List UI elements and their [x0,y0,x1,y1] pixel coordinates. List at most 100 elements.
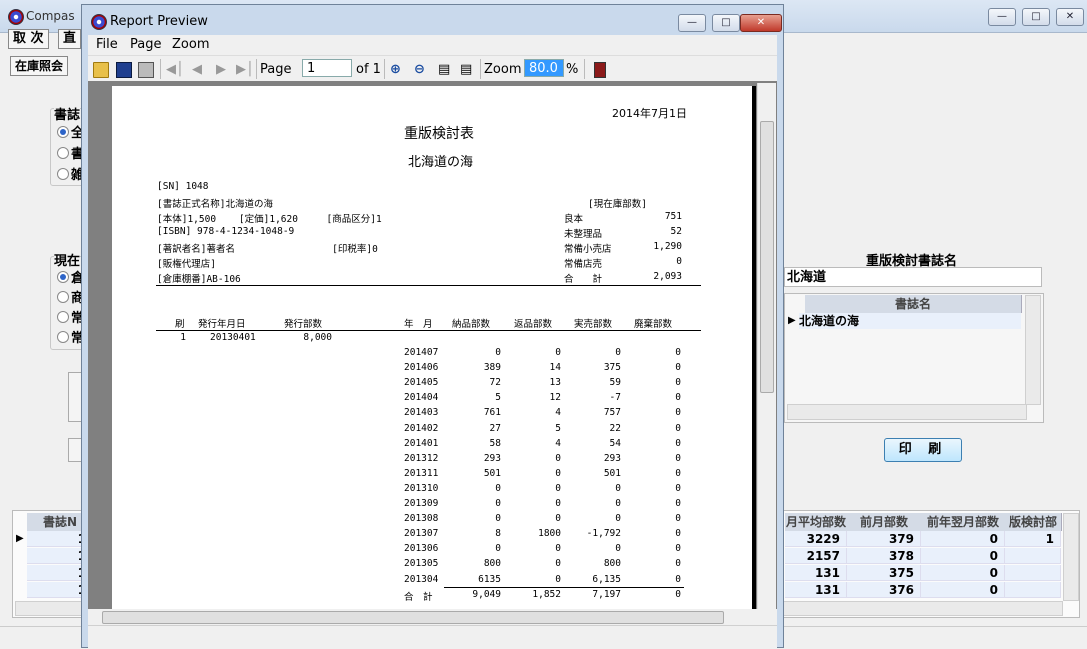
month-cell-yyyymm: 201404 [404,392,439,404]
grid-cell[interactable] [1005,565,1061,581]
menu-zoom[interactable]: Zoom [172,37,209,52]
month-cell-yyyymm: 201401 [404,437,439,449]
month-cell-yyyymm: 201305 [404,558,439,570]
rp-maximize-button[interactable]: □ [712,14,740,32]
month-cell: 5 [495,392,501,404]
month-cell: 58 [489,437,501,449]
rp-close-button[interactable]: ✕ [740,14,782,32]
menu-file[interactable]: File [96,37,118,52]
toolbar-separator [584,59,585,79]
total-cell: 0 [675,589,681,600]
radio-all[interactable] [57,126,69,138]
grid-cell[interactable]: 131 [785,565,847,581]
grid-cell[interactable]: 2157 [785,548,847,564]
folder-open-icon[interactable] [93,62,109,78]
month-cell: 0 [675,482,681,494]
print-icon[interactable] [138,62,154,78]
fit-page-icon[interactable]: ▤ [460,62,472,77]
page-number-input[interactable]: 1 [302,59,352,77]
info-isbn: [ISBN] 978-4-1234-1048-9 [157,226,295,237]
month-cell-yyyymm: 201406 [404,362,439,374]
zoom-out-icon[interactable]: ⊖ [414,62,425,77]
radio-goods[interactable] [57,291,69,303]
month-cell: 501 [483,467,501,479]
zoom-in-icon[interactable]: ⊕ [390,62,401,77]
month-cell: 8 [495,528,501,540]
preview-viewport: 2014年7月1日 重版検討表 北海道の海 [SN] 1048 [書誌正式名称]… [88,81,777,609]
fit-width-icon[interactable]: ▤ [438,62,450,77]
prev-page-icon[interactable]: ◀ [192,62,202,77]
month-cell: 0 [675,573,681,585]
grid-header-prev-year: 前年翌月部数 [921,513,1006,531]
radio-warehouse[interactable] [57,271,69,283]
month-cell: 0 [555,543,561,555]
menu-button-torikugi[interactable]: 取 次 [8,29,49,49]
radio-book[interactable] [57,147,69,159]
month-cell: 5 [555,422,561,434]
month-cell: 293 [483,452,501,464]
close-button[interactable]: ✕ [1056,8,1084,26]
first-page-icon[interactable]: ◀│ [166,62,184,77]
title-grid-vscroll[interactable] [1025,295,1041,405]
grid-cell[interactable] [1005,582,1061,598]
month-cell: 0 [615,347,621,358]
minimize-button[interactable]: — [988,8,1016,26]
grid-cell[interactable]: 0 [921,582,1005,598]
stock-value: 751 [664,211,682,222]
next-page-icon[interactable]: ▶ [216,62,226,77]
grid-cell[interactable]: 378 [847,548,921,564]
month-cell: 0 [675,422,681,434]
month-cell: -1,792 [586,528,621,540]
hscroll-thumb[interactable] [102,611,724,624]
info-price: [本体]1,500 [定価]1,620 [商品区分]1 [157,214,382,225]
zoom-input[interactable]: 80.0 [524,59,564,77]
exit-icon[interactable] [594,62,606,78]
maximize-button[interactable]: □ [1022,8,1050,26]
title-grid-header: 書誌名 [805,295,1022,313]
stock-inquiry-button[interactable]: 在庫照会 [10,56,69,76]
catalog-group-label: 書誌 [54,104,81,123]
report-preview-window: Report Preview — □ ✕ File Page Zoom ◀│ ◀… [81,4,784,648]
grid-cell[interactable]: 131 [785,582,847,598]
month-cell: 72 [489,377,501,389]
toolbar: ◀│ ◀ ▶ ▶│ Page 1 of 1 ⊕ ⊖ ▤ ▤ Zoom 80.0 … [88,55,777,83]
save-icon[interactable] [116,62,132,78]
stock-label: 常備店売 [564,259,603,270]
month-cell: 27 [489,422,501,434]
title-grid-row[interactable]: 北海道の海 [799,313,1021,329]
print-button[interactable]: 印 刷 [884,438,962,462]
month-cell: 501 [603,467,621,479]
preview-vscroll[interactable] [757,83,776,609]
menu-button-choku[interactable]: 直 [58,29,82,49]
radio-magazine[interactable] [57,168,69,180]
month-cell: 800 [483,558,501,570]
reprint-title-input[interactable]: 北海道 [784,267,1042,287]
grid-cell[interactable]: 0 [921,565,1005,581]
grid-cell[interactable]: 376 [847,582,921,598]
month-cell: 0 [675,437,681,449]
grid-cell[interactable]: 0 [921,531,1005,547]
grid-cell[interactable]: 379 [847,531,921,547]
title-grid-hscroll[interactable] [787,404,1027,420]
grid-vscroll[interactable] [1063,513,1079,601]
menu-page[interactable]: Page [130,37,161,52]
grid-cell[interactable] [1005,548,1061,564]
grid-cell[interactable]: 375 [847,565,921,581]
vscroll-thumb[interactable] [760,121,774,393]
month-cell: 0 [675,377,681,389]
radio-regular-2[interactable] [57,331,69,343]
print-header: 発行部数 [284,319,323,330]
month-cell: 4 [555,437,561,449]
grid-cell[interactable]: 1 [1005,531,1061,547]
rp-minimize-button[interactable]: — [678,14,706,32]
month-header: 納品部数 [452,319,491,330]
preview-hscroll[interactable] [88,609,777,625]
stock-label: 合 計 [564,274,603,285]
month-cell: 757 [603,407,621,419]
month-header: 返品部数 [514,319,553,330]
grid-cell[interactable]: 0 [921,548,1005,564]
radio-regular-1[interactable] [57,311,69,323]
last-page-icon[interactable]: ▶│ [236,62,254,77]
month-cell: -7 [609,392,621,404]
grid-cell[interactable]: 3229 [785,531,847,547]
